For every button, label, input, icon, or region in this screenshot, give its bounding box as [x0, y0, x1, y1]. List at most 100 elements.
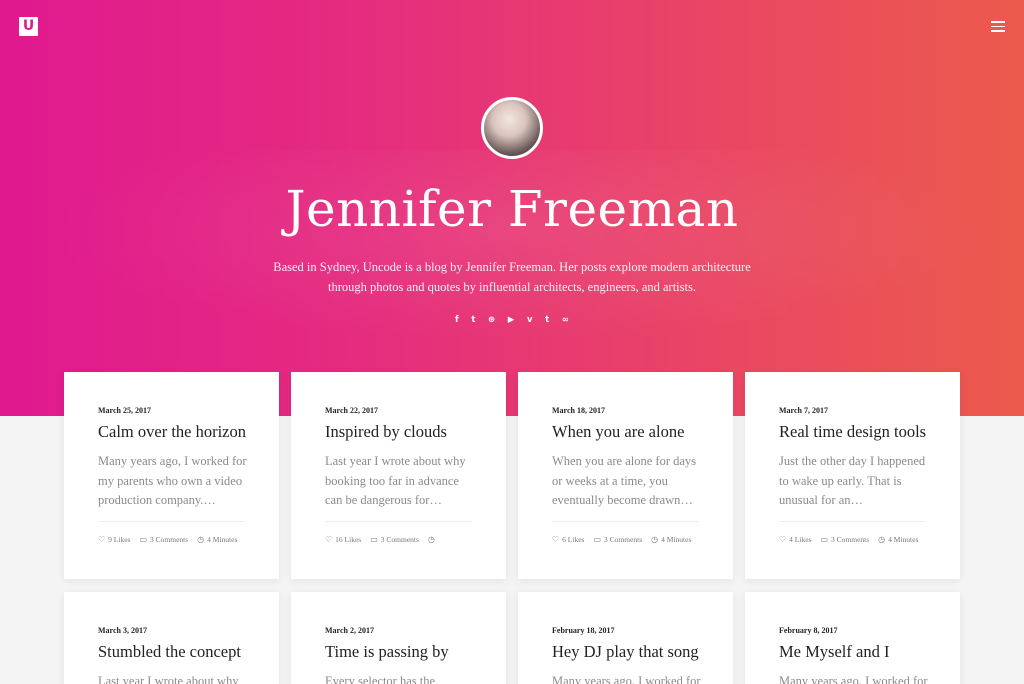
comments-link[interactable]: ▭ 3 Comments	[593, 535, 642, 544]
heart-icon: ♡	[98, 535, 106, 544]
post-date: February 8, 2017	[779, 626, 838, 635]
post-title[interactable]: Real time design tools	[779, 422, 954, 442]
clock-icon: ◷	[197, 535, 205, 544]
post-date: March 18, 2017	[552, 406, 605, 415]
post-title[interactable]: Stumbled the concept	[98, 642, 273, 662]
avatar	[481, 97, 543, 159]
excerpt-line: Every selector has the	[325, 674, 436, 684]
post-excerpt: Just the other day I happened to wake up…	[779, 452, 939, 511]
author-bio: Based in Sydney, Uncode is a blog by Jen…	[262, 258, 762, 297]
likes-button[interactable]: ♡ 16 Likes	[325, 535, 361, 544]
excerpt-line: or weeks at a time, you	[552, 473, 668, 488]
excerpt-line: Last year I wrote about why	[325, 454, 466, 468]
bio-line: through photos and quotes by influential…	[328, 279, 696, 294]
reading-time: ◷ 4 Minutes	[197, 535, 237, 544]
post-card[interactable]: March 22, 2017 Inspired by clouds Last y…	[291, 372, 506, 579]
likes-count: 4 Likes	[789, 535, 812, 544]
comments-count: 3 Comments	[150, 535, 189, 544]
divider	[552, 521, 699, 522]
likes-count: 16 Likes	[335, 535, 362, 544]
vimeo-icon[interactable]: v	[527, 314, 533, 326]
post-meta: ♡ 9 Likes ▭ 3 Comments ◷ 4 Minutes	[98, 535, 246, 544]
excerpt-line: When you are alone for days	[552, 454, 697, 468]
excerpt-line: eventually become drawn…	[552, 493, 693, 507]
post-card[interactable]: March 25, 2017 Calm over the horizon Man…	[64, 372, 279, 579]
post-excerpt: When you are alone for days or weeks at …	[552, 452, 712, 511]
excerpt-line: booking too far in advance	[325, 473, 459, 488]
heart-icon: ♡	[325, 535, 333, 544]
post-excerpt: Last year I wrote about why booking too …	[325, 452, 485, 511]
likes-count: 9 Likes	[108, 535, 131, 544]
post-card[interactable]: March 18, 2017 When you are alone When y…	[518, 372, 733, 579]
excerpt-line: can be dangerous for…	[325, 493, 442, 507]
post-date: March 7, 2017	[779, 406, 828, 415]
hero-section: U Jennifer Freeman Based in Sydney, Unco…	[0, 0, 1024, 416]
post-card[interactable]: March 7, 2017 Real time design tools Jus…	[745, 372, 960, 579]
clock-icon: ◷	[651, 535, 659, 544]
post-date: March 22, 2017	[325, 406, 378, 415]
post-card[interactable]: March 2, 2017 Time is passing by Every s…	[291, 592, 506, 684]
post-card[interactable]: February 8, 2017 Me Myself and I Many ye…	[745, 592, 960, 684]
excerpt-line: my parents who own a video	[98, 473, 243, 488]
facebook-icon[interactable]: f	[455, 314, 459, 326]
clock-icon: ◷	[427, 535, 435, 544]
comments-count: 3 Comments	[604, 535, 643, 544]
divider	[98, 521, 245, 522]
tumblr-icon[interactable]: t	[545, 314, 549, 326]
likes-count: 6 Likes	[562, 535, 585, 544]
comments-link[interactable]: ▭ 3 Comments	[820, 535, 869, 544]
comments-link[interactable]: ▭ 3 Comments	[139, 535, 188, 544]
excerpt-line: Just the other day I happened	[779, 454, 926, 468]
post-date: March 25, 2017	[98, 406, 151, 415]
excerpt-line: Last year I wrote about why	[98, 674, 239, 684]
excerpt-line: unusual for an…	[779, 493, 864, 507]
comment-icon: ▭	[370, 535, 378, 544]
post-title[interactable]: Me Myself and I	[779, 642, 954, 662]
comment-icon: ▭	[593, 535, 602, 544]
divider	[325, 521, 472, 522]
heart-icon: ♡	[779, 535, 787, 544]
post-excerpt: Many years ago, I worked for my parents …	[98, 452, 258, 511]
post-excerpt: Many years ago, I worked for	[552, 672, 712, 684]
comments-link[interactable]: ▭ 3 Comments	[370, 535, 419, 544]
reading-minutes: 4 Minutes	[888, 535, 919, 544]
youtube-icon[interactable]: ▶	[508, 314, 515, 326]
bio-line: Based in Sydney, Uncode is a blog by Jen…	[273, 260, 751, 274]
post-excerpt: Every selector has the	[325, 672, 485, 684]
page-title: Jennifer Freeman	[285, 180, 739, 238]
reading-time: ◷ 4 Minutes	[651, 535, 691, 544]
comments-count: 3 Comments	[831, 535, 870, 544]
likes-button[interactable]: ♡ 4 Likes	[779, 535, 811, 544]
post-date: February 18, 2017	[552, 626, 615, 635]
post-title[interactable]: Calm over the horizon	[98, 422, 273, 442]
post-card[interactable]: February 18, 2017 Hey DJ play that song …	[518, 592, 733, 684]
excerpt-line: Many years ago, I worked for	[779, 674, 928, 684]
post-meta: ♡ 4 Likes ▭ 3 Comments ◷ 4 Minutes	[779, 535, 927, 544]
reading-time: ◷	[428, 535, 438, 544]
post-title[interactable]: Inspired by clouds	[325, 422, 500, 442]
post-meta: ♡ 6 Likes ▭ 3 Comments ◷ 4 Minutes	[552, 535, 700, 544]
hamburger-menu-icon[interactable]	[991, 21, 1005, 32]
comments-count: 3 Comments	[380, 535, 419, 544]
comment-icon: ▭	[139, 535, 148, 544]
link-icon[interactable]: ∞	[562, 314, 569, 326]
reading-minutes: 4 Minutes	[207, 535, 238, 544]
social-links: f t ⊛ ▶ v t ∞	[455, 313, 569, 327]
likes-button[interactable]: ♡ 6 Likes	[552, 535, 584, 544]
post-card[interactable]: March 3, 2017 Stumbled the concept Last …	[64, 592, 279, 684]
excerpt-line: Many years ago, I worked for	[552, 674, 701, 684]
post-excerpt: Last year I wrote about why	[98, 672, 258, 684]
twitter-icon[interactable]: t	[471, 314, 475, 326]
post-title[interactable]: Time is passing by	[325, 642, 500, 662]
post-date: March 3, 2017	[98, 626, 147, 635]
dribbble-icon[interactable]: ⊛	[488, 314, 495, 326]
likes-button[interactable]: ♡ 9 Likes	[98, 535, 130, 544]
post-excerpt: Many years ago, I worked for	[779, 672, 939, 684]
post-title[interactable]: When you are alone	[552, 422, 727, 442]
comment-icon: ▭	[820, 535, 829, 544]
post-title[interactable]: Hey DJ play that song	[552, 642, 727, 662]
divider	[779, 521, 926, 522]
logo[interactable]: U	[19, 17, 38, 36]
excerpt-line: production company.…	[98, 493, 216, 507]
post-date: March 2, 2017	[325, 626, 374, 635]
